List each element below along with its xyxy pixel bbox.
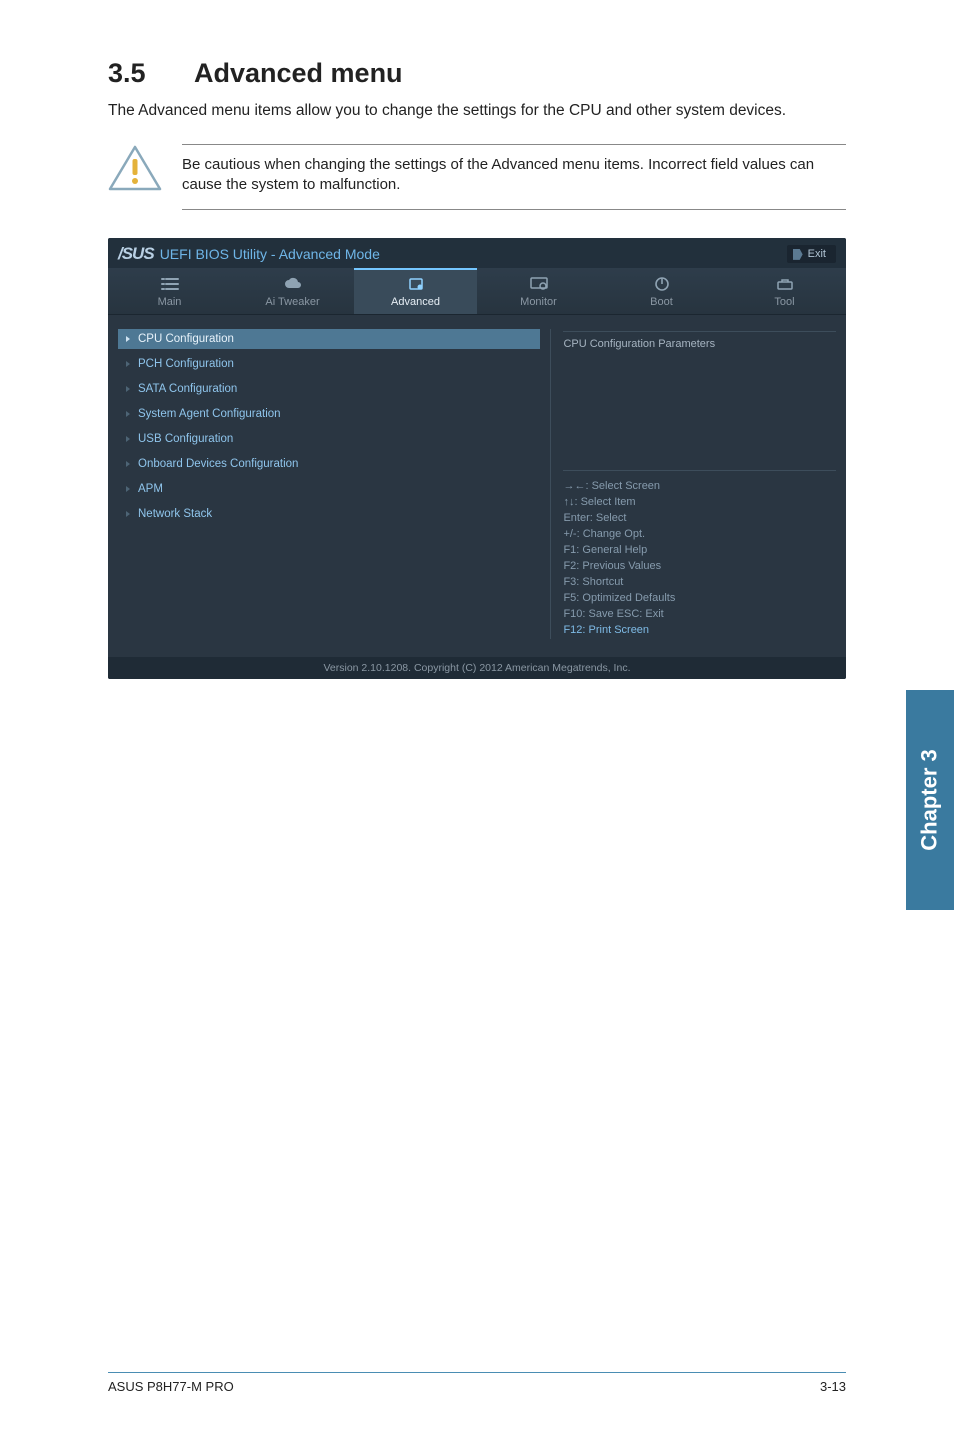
chevron-right-icon (124, 435, 132, 443)
tab-label: Main (158, 296, 182, 308)
tab-advanced[interactable]: Advanced (354, 268, 477, 314)
menu-system-agent-configuration[interactable]: System Agent Configuration (118, 404, 540, 424)
menu-onboard-devices[interactable]: Onboard Devices Configuration (118, 454, 540, 474)
tab-label: Monitor (520, 296, 557, 308)
menu-network-stack[interactable]: Network Stack (118, 504, 540, 524)
tool-icon (775, 276, 795, 292)
help-line: Enter: Select (563, 511, 836, 527)
help-keys: →←: Select Screen ↑↓: Select Item Enter:… (563, 470, 836, 638)
exit-label: Exit (808, 248, 826, 260)
chip-icon (406, 276, 426, 292)
bios-window: /SUS UEFI BIOS Utility - Advanced Mode E… (108, 238, 846, 678)
chapter-label: Chapter 3 (917, 749, 943, 850)
tab-monitor[interactable]: Monitor (477, 268, 600, 314)
chevron-right-icon (124, 385, 132, 393)
power-icon (652, 276, 672, 292)
caution-icon (108, 144, 162, 192)
chevron-right-icon (124, 485, 132, 493)
help-line: F1: General Help (563, 543, 836, 559)
caution-block: Be cautious when changing the settings o… (108, 144, 846, 211)
bios-footer: Version 2.10.1208. Copyright (C) 2012 Am… (108, 657, 846, 679)
menu-item-label: Network Stack (138, 508, 212, 520)
cloud-icon (283, 276, 303, 292)
menu-item-label: SATA Configuration (138, 383, 237, 395)
help-line: F10: Save ESC: Exit (563, 607, 836, 623)
chevron-right-icon (124, 360, 132, 368)
monitor-icon (529, 276, 549, 292)
bios-menu-panel: CPU Configuration PCH Configuration SATA… (118, 329, 540, 638)
caution-text: Be cautious when changing the settings o… (182, 155, 846, 196)
info-panel-title: CPU Configuration Parameters (563, 331, 836, 350)
menu-item-label: PCH Configuration (138, 358, 234, 370)
chapter-side-tab: Chapter 3 (906, 690, 954, 910)
menu-item-label: USB Configuration (138, 433, 233, 445)
tab-label: Advanced (391, 296, 440, 308)
chevron-right-icon (124, 410, 132, 418)
exit-button[interactable]: Exit (787, 245, 836, 263)
menu-item-label: CPU Configuration (138, 333, 234, 345)
help-line: F12: Print Screen (563, 623, 836, 639)
bios-info-panel: CPU Configuration Parameters →←: Select … (550, 329, 836, 638)
tab-label: Ai Tweaker (265, 296, 319, 308)
tab-ai-tweaker[interactable]: Ai Tweaker (231, 268, 354, 314)
menu-sata-configuration[interactable]: SATA Configuration (118, 379, 540, 399)
tab-boot[interactable]: Boot (600, 268, 723, 314)
tab-label: Tool (774, 296, 794, 308)
tab-main[interactable]: Main (108, 268, 231, 314)
menu-pch-configuration[interactable]: PCH Configuration (118, 354, 540, 374)
help-line: +/-: Change Opt. (563, 527, 836, 543)
chevron-right-icon (124, 510, 132, 518)
menu-item-label: System Agent Configuration (138, 408, 281, 420)
menu-usb-configuration[interactable]: USB Configuration (118, 429, 540, 449)
help-line: F3: Shortcut (563, 575, 836, 591)
menu-cpu-configuration[interactable]: CPU Configuration (118, 329, 540, 349)
menu-item-label: APM (138, 483, 163, 495)
intro-paragraph: The Advanced menu items allow you to cha… (108, 101, 846, 122)
chevron-right-icon (124, 460, 132, 468)
footer-right: 3-13 (820, 1379, 846, 1394)
menu-apm[interactable]: APM (118, 479, 540, 499)
footer-left: ASUS P8H77-M PRO (108, 1379, 234, 1394)
bios-tab-bar: Main Ai Tweaker Advanced Monitor Boot To… (108, 268, 846, 315)
help-line: F2: Previous Values (563, 559, 836, 575)
chevron-right-icon (124, 335, 132, 343)
tab-tool[interactable]: Tool (723, 268, 846, 314)
section-title-text: Advanced menu (194, 58, 403, 88)
help-line: →←: Select Screen (563, 479, 836, 495)
section-heading: 3.5Advanced menu (108, 58, 846, 89)
tab-label: Boot (650, 296, 673, 308)
help-line: F5: Optimized Defaults (563, 591, 836, 607)
help-line: ↑↓: Select Item (563, 495, 836, 511)
asus-logo: /SUS (118, 244, 154, 264)
page-footer: ASUS P8H77-M PRO 3-13 (108, 1372, 846, 1394)
section-number: 3.5 (108, 58, 194, 89)
list-icon (160, 276, 180, 292)
bios-title: UEFI BIOS Utility - Advanced Mode (160, 246, 380, 262)
menu-item-label: Onboard Devices Configuration (138, 458, 298, 470)
